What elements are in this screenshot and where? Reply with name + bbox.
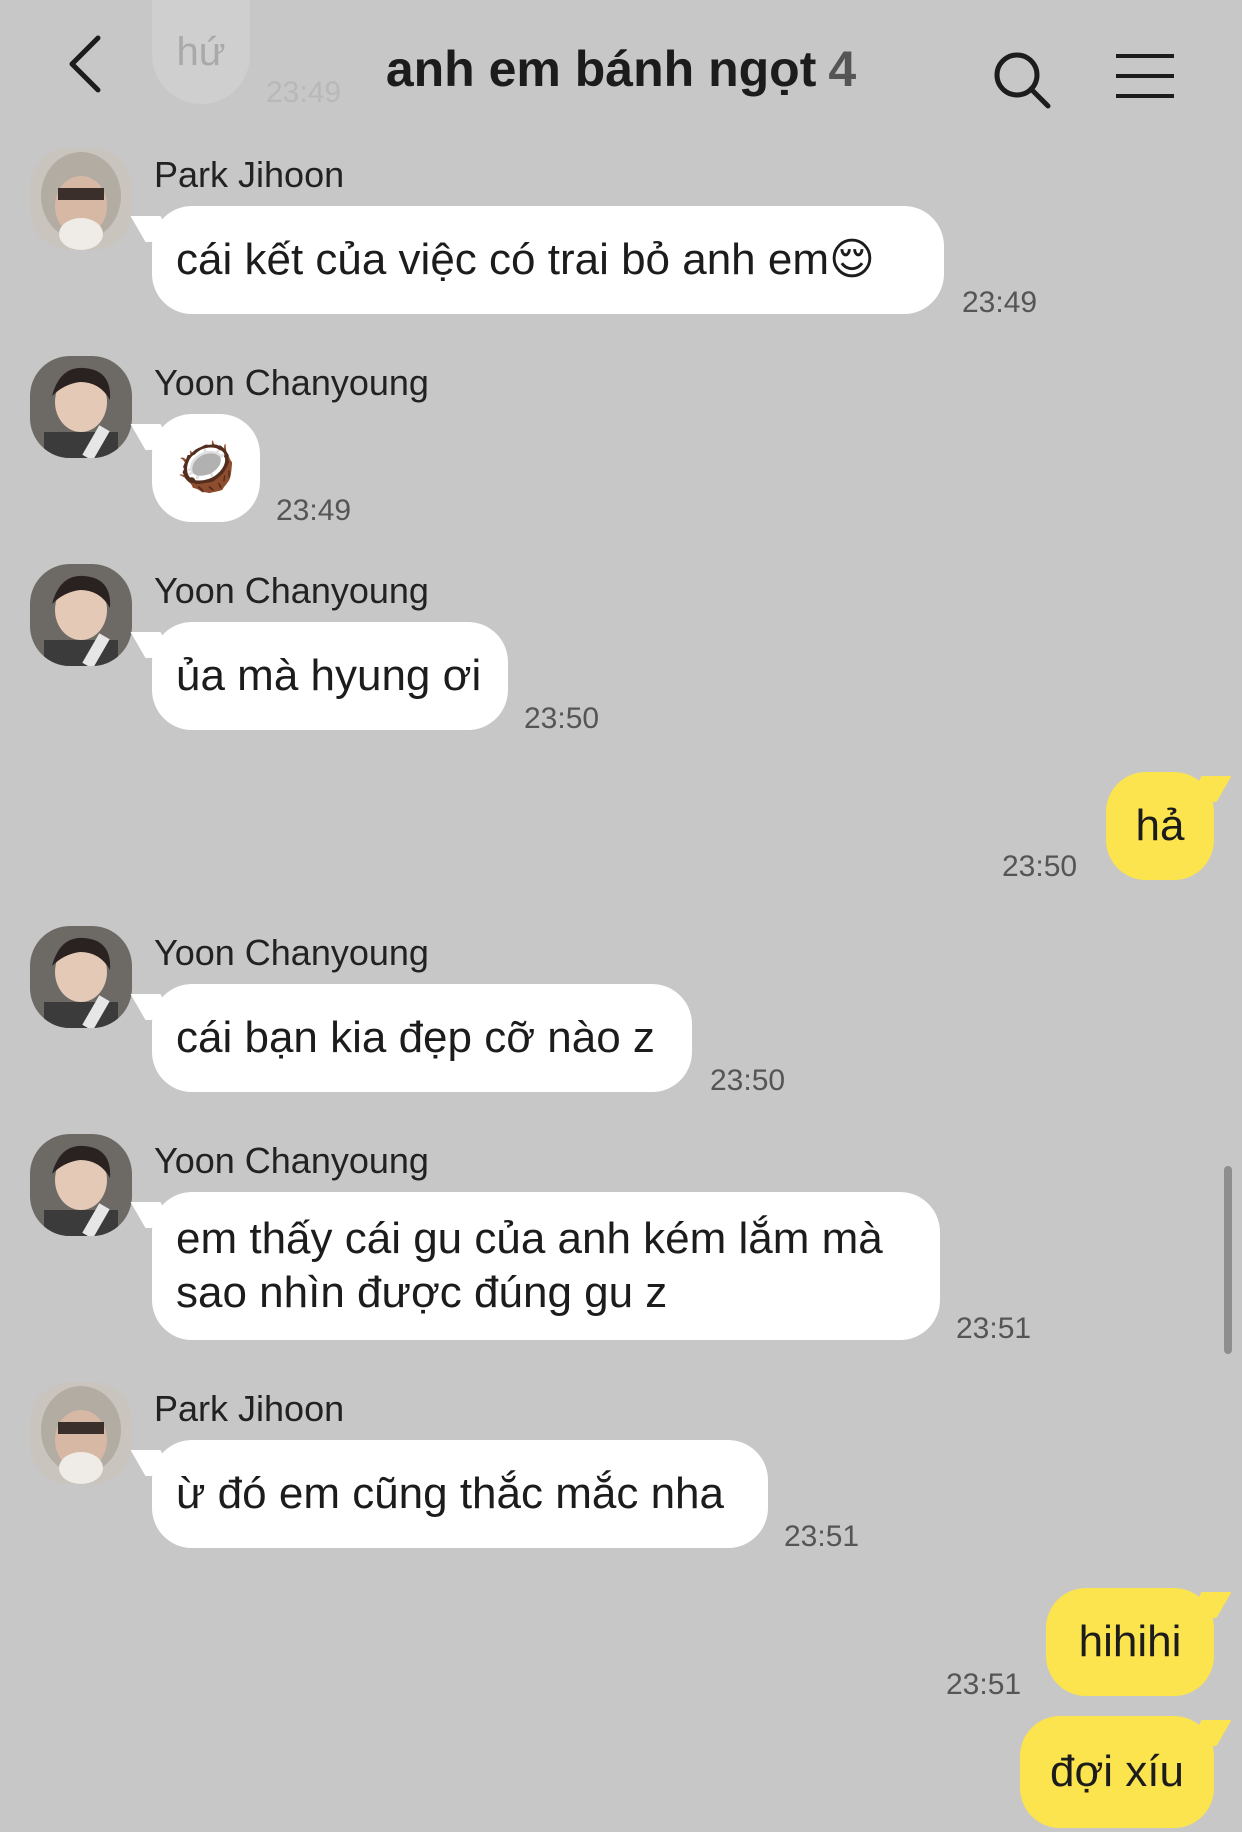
chat-name: anh em bánh ngọt	[385, 41, 817, 97]
message-time: 23:50	[710, 1064, 786, 1097]
hamburger-menu-icon[interactable]	[1114, 52, 1176, 100]
scrollbar[interactable]	[1224, 1166, 1232, 1354]
message-time: 23:51	[784, 1520, 860, 1553]
outgoing-message-bubble[interactable]: hả	[1106, 772, 1214, 880]
message-text-line: sao nhìn được đúng gu z	[176, 1268, 668, 1317]
message-time: 23:51	[946, 1668, 1022, 1701]
avatar-park-jihoon[interactable]	[30, 148, 132, 250]
message-bubble[interactable]: em thấy cái gu của anh kém lắm mà sao nh…	[152, 1192, 940, 1340]
member-count: 4	[828, 41, 857, 97]
avatar-yoon-chanyoung[interactable]	[30, 1134, 132, 1236]
message-time: 23:50	[524, 702, 600, 735]
message-text: hả	[1135, 801, 1185, 850]
sender-name: Yoon Chanyoung	[154, 362, 429, 403]
message-text-line: em thấy cái gu của anh kém lắm mà	[176, 1214, 883, 1263]
chat-header: anh em bánh ngọt 4	[0, 0, 1242, 136]
message-bubble[interactable]: ừ đó em cũng thắc mắc nha	[152, 1440, 768, 1548]
avatar-park-jihoon[interactable]	[30, 1382, 132, 1484]
coconut-emoji: 🥥	[176, 441, 236, 494]
message-time: 23:51	[956, 1312, 1032, 1345]
message-time: 23:49	[962, 286, 1038, 319]
message-bubble[interactable]: cái kết của việc có trai bỏ anh em😌	[152, 206, 944, 314]
avatar-yoon-chanyoung[interactable]	[30, 564, 132, 666]
avatar-yoon-chanyoung[interactable]	[30, 926, 132, 1028]
message-text: cái bạn kia đẹp cỡ nào z	[176, 1013, 655, 1062]
avatar-yoon-chanyoung[interactable]	[30, 356, 132, 458]
chat-title: anh em bánh ngọt 4	[0, 40, 1242, 98]
message-text: đợi xíu	[1049, 1747, 1185, 1796]
search-icon[interactable]	[992, 50, 1052, 110]
message-bubble[interactable]: cái bạn kia đẹp cỡ nào z	[152, 984, 692, 1092]
sender-name: Park Jihoon	[154, 154, 345, 195]
message-text: ủa mà hyung ơi	[176, 651, 482, 700]
message-time: 23:49	[276, 494, 352, 527]
sender-name: Park Jihoon	[154, 1388, 345, 1429]
outgoing-message-bubble[interactable]: hihihi	[1046, 1588, 1214, 1696]
message-bubble[interactable]: 🥥	[152, 414, 260, 522]
sender-name: Yoon Chanyoung	[154, 1140, 429, 1181]
sender-name: Yoon Chanyoung	[154, 570, 429, 611]
message-text: ừ đó em cũng thắc mắc nha	[176, 1469, 724, 1518]
outgoing-message-bubble[interactable]: đợi xíu	[1020, 1716, 1214, 1828]
message-time: 23:50	[1002, 850, 1078, 883]
message-bubble[interactable]: ủa mà hyung ơi	[152, 622, 508, 730]
message-text: cái kết của việc có trai bỏ anh em😌	[176, 235, 875, 284]
sender-name: Yoon Chanyoung	[154, 932, 429, 973]
message-text: hihihi	[1078, 1617, 1182, 1666]
